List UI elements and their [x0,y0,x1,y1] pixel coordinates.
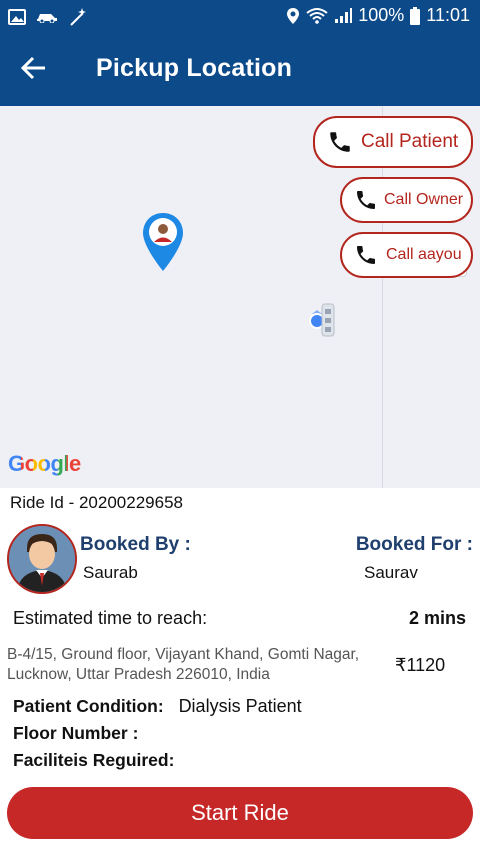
app-bar: Pickup Location [0,34,480,106]
location-icon [287,7,300,24]
current-location-icon [309,303,335,337]
signal-icon [335,7,353,23]
status-right: 100% 11:01 [286,5,470,26]
battery-percent: 100% [358,5,405,25]
call-aayou-button[interactable]: Call aayou [340,232,473,278]
ride-id: Ride Id - 20200229658 [10,493,183,512]
status-bar: 100% 11:01 [0,0,480,34]
start-ride-label: Start Ride [191,800,289,825]
eta-label: Estimated time to reach: [13,608,208,628]
page-title: Pickup Location [96,54,293,82]
patient-condition-label: Patient Condition: [13,696,164,716]
pickup-marker-icon[interactable] [140,211,186,273]
booked-for-value: Saurav [364,563,418,582]
user-avatar-icon [9,526,75,592]
back-button[interactable] [20,54,56,86]
google-logo-text: Google [8,451,81,476]
battery-icon [410,6,421,25]
patient-condition-row: Patient Condition: Dialysis Patient [13,696,302,717]
arrow-left-icon [20,56,45,80]
fare-amount: ₹1120 [395,655,446,675]
call-owner-label: Call Owner [384,191,464,208]
booked-by-value: Saurab [83,563,138,582]
call-aayou-label: Call aayou [386,246,462,263]
call-owner-button[interactable]: Call Owner [340,177,473,223]
car-icon [37,14,57,23]
patient-condition-value: Dialysis Patient [178,696,302,716]
facilities-required-label: Faciliteis Reguired: [13,750,175,770]
call-patient-button[interactable]: Call Patient [313,116,473,168]
eta-value: 2 mins [408,608,466,628]
gallery-icon [8,9,26,25]
wifi-icon [306,7,328,24]
booked-by-label: Booked By : [80,534,191,555]
phone-icon [330,132,350,152]
call-patient-label: Call Patient [361,131,459,152]
booked-for-label: Booked For : [355,534,473,555]
start-ride-button[interactable]: Start Ride [7,787,473,839]
pickup-address: B-4/15, Ground floor, Vijayant Khand, Go… [7,646,360,683]
wand-icon [70,8,86,26]
status-left-icons [8,7,88,27]
phone-icon [357,191,375,209]
google-logo: Google [8,451,81,477]
status-time: 11:01 [426,5,470,25]
phone-icon [357,246,375,264]
avatar [7,524,77,594]
floor-number-label: Floor Number : [13,723,139,743]
